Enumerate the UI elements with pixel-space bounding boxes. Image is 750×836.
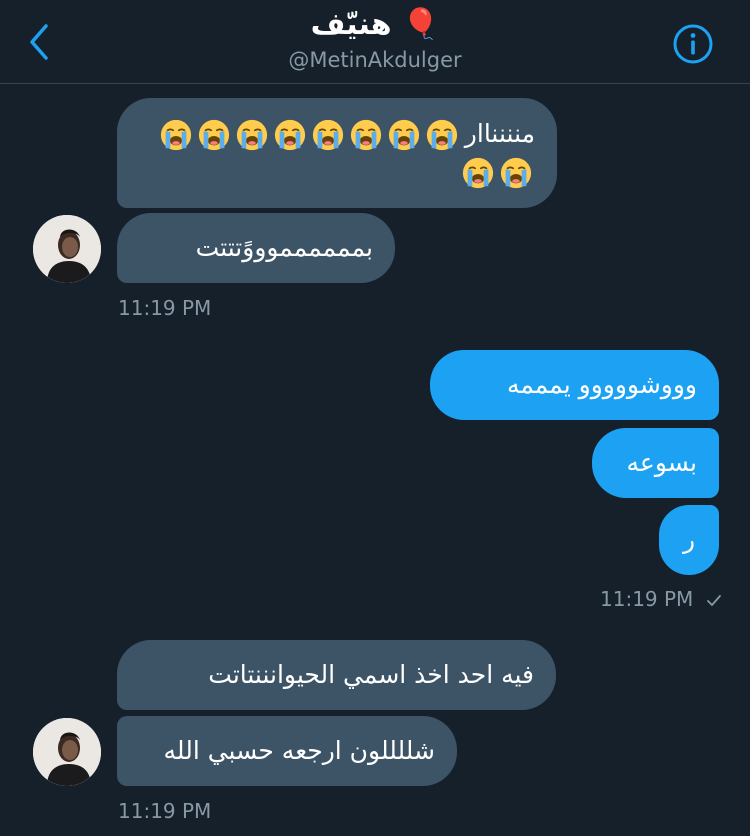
loudly-crying-face-icon <box>198 119 229 151</box>
message-timestamp: 11:19 PM <box>118 296 212 320</box>
loudly-crying-face-icon <box>462 157 494 189</box>
message-timestamp: 11:19 PM <box>118 799 212 823</box>
message-bubble[interactable]: منننناار <box>117 98 557 208</box>
message-text: وووشووووو يمممه <box>506 370 697 399</box>
message-text: شللللون ارجعه حسبي الله <box>163 736 435 765</box>
loudly-crying-face-icon <box>350 119 381 151</box>
message-timestamp-row: 11:19 PM <box>600 586 722 612</box>
message-bubble[interactable]: فيه احد اخذ اسمي الحيوانننتاتت <box>117 640 556 710</box>
message-text: منننناار <box>464 119 535 148</box>
message-text: ر <box>682 525 696 554</box>
avatar[interactable] <box>33 215 101 283</box>
message-text: بمممممموووًتتتت <box>195 233 373 262</box>
message-bubble[interactable]: وووشووووو يمممه <box>430 350 719 420</box>
conversation-header: هنيّف 🎈 @MetinAkdulger <box>0 0 750 84</box>
message-bubble[interactable]: شللللون ارجعه حسبي الله <box>117 716 457 786</box>
avatar-image <box>33 215 101 283</box>
emoji-group <box>459 154 535 190</box>
emoji-group <box>157 116 461 152</box>
loudly-crying-face-icon <box>500 157 532 189</box>
message-bubble[interactable]: ر <box>659 505 719 575</box>
message-text: بسوعه <box>626 448 698 477</box>
message-bubble[interactable]: بمممممموووًتتتت <box>117 213 395 283</box>
loudly-crying-face-icon <box>160 119 191 151</box>
conversation-title: هنيّف 🎈 <box>310 7 440 42</box>
check-icon <box>706 594 721 606</box>
message-timestamp: 11:19 PM <box>600 587 694 611</box>
message-text: فيه احد اخذ اسمي الحيوانننتاتت <box>208 660 534 689</box>
info-button[interactable] <box>671 22 715 66</box>
loudly-crying-face-icon <box>236 119 267 151</box>
message-line <box>139 154 535 190</box>
conversation-handle: @MetinAkdulger <box>288 48 462 72</box>
loudly-crying-face-icon <box>426 119 457 151</box>
loudly-crying-face-icon <box>274 119 305 151</box>
message-line: منننناار <box>139 116 535 152</box>
avatar-image <box>33 718 101 786</box>
info-icon <box>673 24 713 64</box>
message-bubble[interactable]: بسوعه <box>592 428 719 498</box>
loudly-crying-face-icon <box>312 119 343 151</box>
loudly-crying-face-icon <box>388 119 419 151</box>
avatar[interactable] <box>33 718 101 786</box>
